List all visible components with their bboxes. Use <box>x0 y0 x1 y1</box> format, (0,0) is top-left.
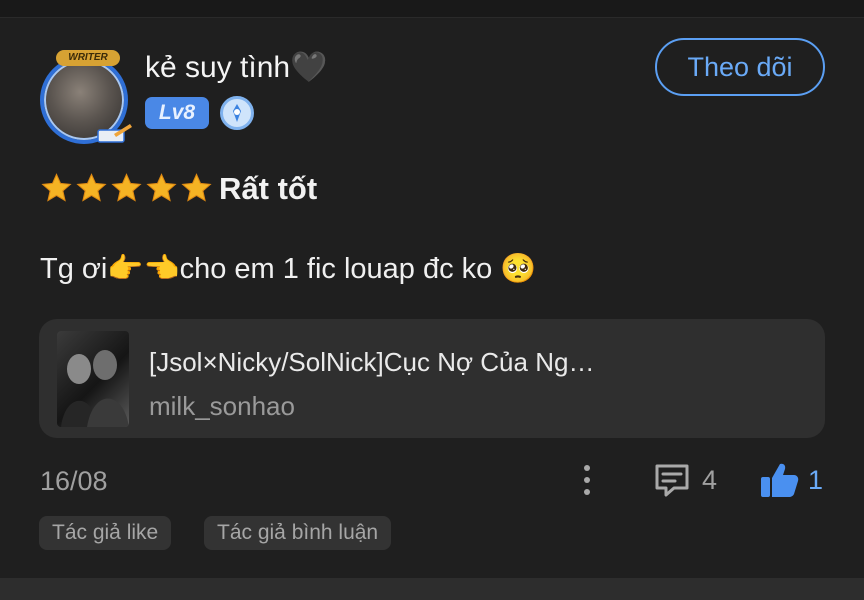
level-badge: Lv8 <box>145 97 209 129</box>
review-comment: Tg ơi👉👈cho em 1 fic louap đc ko 🥺 <box>40 253 537 285</box>
rating-label: Rất tốt <box>219 171 318 206</box>
pen-icon <box>97 124 132 143</box>
comment-icon <box>655 464 689 497</box>
star-icon <box>181 173 212 202</box>
review-date: 16/08 <box>40 466 108 496</box>
star-icon <box>146 173 177 202</box>
star-icon <box>76 173 107 202</box>
book-card[interactable]: [Jsol×Nicky/SolNick]Cục Nợ Của Ng… milk_… <box>39 319 825 438</box>
like-count: 1 <box>808 464 824 495</box>
bottom-divider <box>0 578 864 600</box>
star-icon <box>111 173 142 202</box>
book-title: [Jsol×Nicky/SolNick]Cục Nợ Của Ng… <box>149 347 595 377</box>
more-options-button[interactable] <box>574 458 600 502</box>
rating-stars <box>40 172 213 208</box>
avatar[interactable]: WRITER <box>34 48 132 146</box>
star-icon <box>41 173 72 202</box>
comment-button[interactable]: 4 <box>652 458 717 502</box>
avatar-frame-banner: WRITER <box>56 50 120 66</box>
username[interactable]: kẻ suy tình🖤 <box>145 50 327 85</box>
medal-icon <box>220 96 254 130</box>
like-button[interactable]: 1 <box>758 458 823 502</box>
book-cover <box>57 331 129 427</box>
tag-author-liked: Tác giả like <box>39 516 172 550</box>
comment-count: 4 <box>702 464 718 495</box>
top-divider <box>0 0 864 18</box>
follow-button[interactable]: Theo dõi <box>655 38 825 96</box>
tag-author-commented: Tác giả bình luận <box>204 516 392 550</box>
more-vertical-icon <box>584 465 590 471</box>
book-author: milk_sonhao <box>149 391 295 421</box>
thumbs-up-icon <box>761 463 799 497</box>
